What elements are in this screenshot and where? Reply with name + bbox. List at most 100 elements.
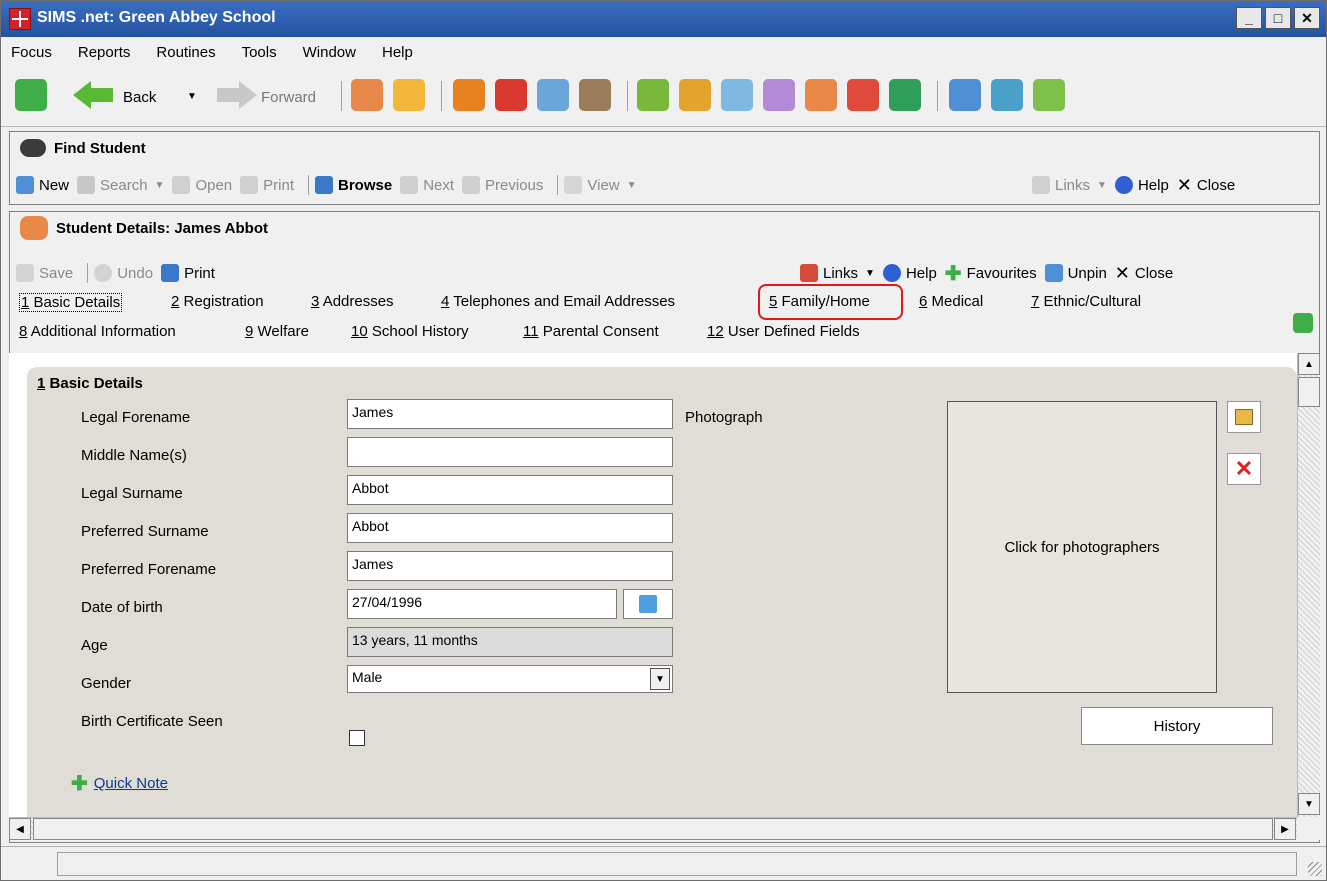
vertical-scroll-thumb[interactable] xyxy=(1298,377,1320,407)
back-arrow-icon[interactable] xyxy=(73,81,113,109)
book-icon[interactable] xyxy=(453,79,485,111)
search-button[interactable]: Search ▼ xyxy=(77,176,164,194)
unpin-button[interactable]: Unpin xyxy=(1044,264,1107,282)
chevron-down-icon[interactable]: ▼ xyxy=(650,668,670,690)
calendar-button[interactable] xyxy=(623,589,673,619)
next-button[interactable]: Next xyxy=(400,176,454,194)
content-area: 1 Basic Details Legal Forename James Mid… xyxy=(9,353,1297,817)
edit-icon[interactable] xyxy=(763,79,795,111)
find-help-button[interactable]: Help xyxy=(1114,176,1169,194)
delete-photo-button[interactable]: ✕ xyxy=(1227,453,1261,485)
tab-welfare[interactable]: 9 Welfare xyxy=(245,323,309,340)
back-dropdown-icon[interactable]: ▼ xyxy=(187,91,197,102)
globe-icon[interactable] xyxy=(991,79,1023,111)
undo-button[interactable]: Undo xyxy=(94,264,153,282)
previous-button[interactable]: Previous xyxy=(462,176,543,194)
assessment-icon[interactable] xyxy=(679,79,711,111)
message-icon[interactable] xyxy=(537,79,569,111)
quick-note-link[interactable]: ✚ Quick Note xyxy=(71,771,168,796)
sync-icon[interactable] xyxy=(889,79,921,111)
browse-photo-button[interactable] xyxy=(1227,401,1261,433)
tab-medical[interactable]: 6 Medical xyxy=(919,293,983,310)
find-student-header: Find Student xyxy=(10,132,1319,164)
student-details-title: Student Details: James Abbot xyxy=(56,219,268,237)
find-print-button[interactable]: Print xyxy=(240,176,294,194)
print-icon xyxy=(161,264,180,282)
birth-certificate-label: Birth Certificate Seen xyxy=(81,713,223,730)
student-details-header: Student Details: James Abbot xyxy=(10,212,1319,244)
window-title: SIMS .net: Green Abbey School xyxy=(37,9,276,26)
photo-area[interactable]: Click for photographers xyxy=(947,401,1217,693)
scroll-left-button[interactable]: ◀ xyxy=(9,818,31,840)
door-icon[interactable] xyxy=(579,79,611,111)
close-window-button[interactable]: ✕ xyxy=(1294,7,1320,29)
details-print-button[interactable]: Print xyxy=(161,264,215,282)
close-icon: ✕ xyxy=(1176,174,1192,195)
staff-icon[interactable] xyxy=(393,79,425,111)
section-title: 1 Basic Details xyxy=(37,375,143,392)
person-icon[interactable] xyxy=(805,79,837,111)
horizontal-scroll-thumb[interactable] xyxy=(33,818,1273,840)
tab-additional-information[interactable]: 8 Additional Information xyxy=(19,323,176,340)
help-icon xyxy=(882,264,901,282)
view-button[interactable]: View ▼ xyxy=(564,176,637,194)
tab-user-defined-fields[interactable]: 12 User Defined Fields xyxy=(707,323,860,340)
back-button[interactable]: Back xyxy=(123,89,156,106)
plus-icon: ✚ xyxy=(944,262,962,285)
clock-icon[interactable] xyxy=(847,79,879,111)
tab-basic-details[interactable]: 1 Basic Details xyxy=(19,293,123,312)
horizontal-scrollbar[interactable]: ◀ ▶ xyxy=(9,817,1297,840)
maximize-button[interactable]: □ xyxy=(1265,7,1291,29)
tab-parental-consent[interactable]: 11 Parental Consent xyxy=(523,323,659,340)
save-button[interactable]: Save xyxy=(16,264,73,282)
birth-certificate-checkbox[interactable] xyxy=(349,730,365,746)
scroll-down-button[interactable]: ▼ xyxy=(1298,793,1320,815)
menu-help[interactable]: Help xyxy=(382,44,413,61)
legal-surname-field[interactable]: Abbot xyxy=(347,475,673,505)
scroll-right-button[interactable]: ▶ xyxy=(1274,818,1296,840)
swap-arrows-icon[interactable] xyxy=(1293,313,1313,333)
unpin-icon xyxy=(1044,264,1063,282)
scroll-corner xyxy=(1297,817,1320,840)
browse-button[interactable]: Browse xyxy=(315,176,392,194)
menu-tools[interactable]: Tools xyxy=(242,44,277,61)
legal-forename-field[interactable]: James xyxy=(347,399,673,429)
report-icon[interactable] xyxy=(721,79,753,111)
details-toolbar-right: Links ▼ Help ✚ Favourites Unpin ✕ Close xyxy=(800,260,1181,286)
middle-names-field[interactable] xyxy=(347,437,673,467)
folder-icon[interactable] xyxy=(1033,79,1065,111)
forward-button[interactable]: Forward xyxy=(261,89,316,106)
tab-ethnic-cultural[interactable]: 7 Ethnic/Cultural xyxy=(1031,293,1141,310)
menu-window[interactable]: Window xyxy=(303,44,356,61)
history-button[interactable]: History xyxy=(1081,707,1273,745)
find-close-button[interactable]: ✕ Close xyxy=(1177,175,1235,196)
scroll-up-button[interactable]: ▲ xyxy=(1298,353,1320,375)
gender-select[interactable]: Male ▼ xyxy=(347,665,673,693)
preferred-forename-field[interactable]: James xyxy=(347,551,673,581)
flag-icon[interactable] xyxy=(495,79,527,111)
details-help-button[interactable]: Help xyxy=(882,264,937,282)
tab-registration[interactable]: 2 Registration xyxy=(171,293,264,310)
resize-grip-icon[interactable] xyxy=(1308,862,1322,876)
vertical-scrollbar[interactable]: ▲ ▼ xyxy=(1297,353,1320,817)
menu-routines[interactable]: Routines xyxy=(156,44,215,61)
tab-addresses[interactable]: 3 Addresses xyxy=(311,293,394,310)
dob-field[interactable]: 27/04/1996 xyxy=(347,589,617,619)
new-button[interactable]: New xyxy=(16,176,69,194)
menu-focus[interactable]: Focus xyxy=(11,44,52,61)
tab-telephones[interactable]: 4 Telephones and Email Addresses xyxy=(441,293,675,310)
basic-details-card: 1 Basic Details Legal Forename James Mid… xyxy=(27,367,1297,817)
swap-arrows-icon[interactable] xyxy=(15,79,47,111)
menu-reports[interactable]: Reports xyxy=(78,44,131,61)
find-links-button[interactable]: Links ▼ xyxy=(1032,176,1107,194)
tab-school-history[interactable]: 10 School History xyxy=(351,323,469,340)
details-links-button[interactable]: Links ▼ xyxy=(800,264,875,282)
minimize-button[interactable]: _ xyxy=(1236,7,1262,29)
transfer-icon[interactable] xyxy=(949,79,981,111)
favourites-button[interactable]: ✚ Favourites xyxy=(945,261,1037,286)
chart-icon[interactable] xyxy=(637,79,669,111)
preferred-surname-field[interactable]: Abbot xyxy=(347,513,673,543)
details-close-button[interactable]: ✕ Close xyxy=(1115,263,1173,284)
student-icon[interactable] xyxy=(351,79,383,111)
open-button[interactable]: Open xyxy=(172,176,232,194)
